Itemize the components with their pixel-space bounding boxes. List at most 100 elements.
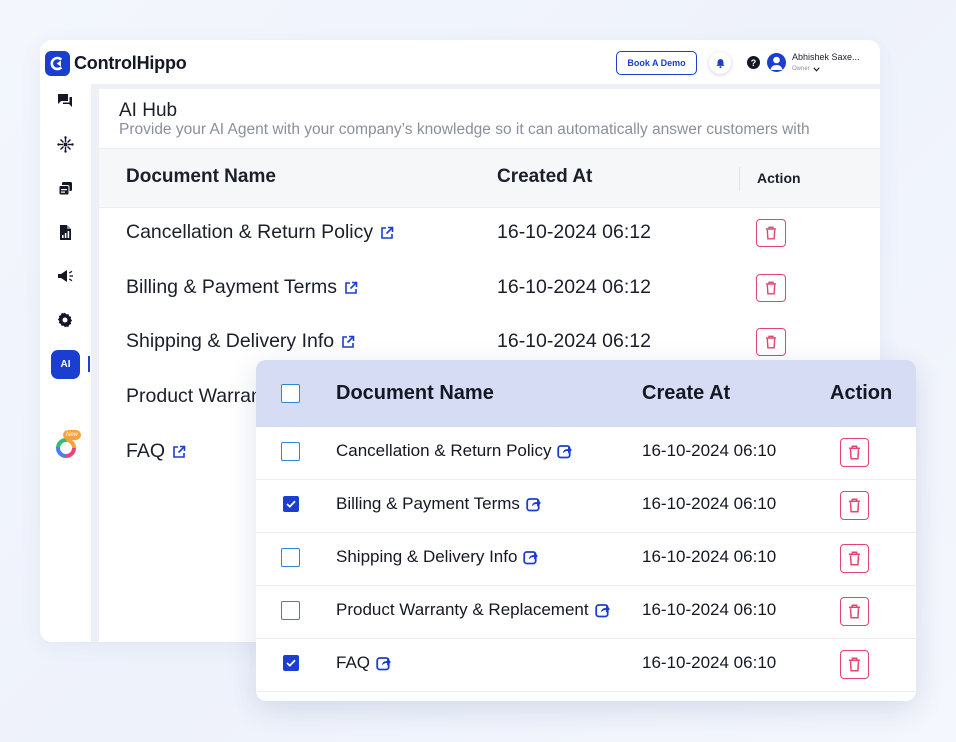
column-header-action: Action: [830, 382, 893, 404]
ai-hub-nav-item[interactable]: AI: [51, 350, 80, 379]
external-link-icon[interactable]: [172, 445, 186, 459]
avatar[interactable]: [767, 53, 786, 72]
table-row: Cancellation & Return Policy 16-10-2024 …: [99, 207, 880, 261]
table-row: Cancellation & Return Policy 16-10-2024 …: [256, 427, 916, 480]
document-name: Shipping & Delivery Info: [336, 547, 518, 566]
created-at: 16-10-2024 06:12: [497, 330, 651, 352]
reports-icon[interactable]: [56, 223, 74, 241]
brand-logo[interactable]: ControlHippo: [45, 51, 187, 76]
top-bar: ControlHippo Book A Demo ? Abhishek Saxe…: [40, 40, 880, 84]
document-link[interactable]: Billing & Payment Terms: [336, 494, 542, 514]
created-at: 16-10-2024 06:12: [497, 276, 651, 298]
row-checkbox[interactable]: [281, 548, 300, 567]
trash-icon: [766, 335, 776, 349]
book-demo-button[interactable]: Book A Demo: [616, 51, 697, 75]
document-name: Product Warranty & Replacement: [336, 600, 589, 619]
settings-icon[interactable]: [56, 311, 74, 329]
checkmark-icon: [286, 500, 296, 508]
share-icon[interactable]: [557, 443, 573, 459]
documents-selection-card: Document Name Create At Action Cancellat…: [256, 360, 916, 701]
notification-bell-icon[interactable]: [709, 52, 731, 74]
document-name: Shipping & Delivery Info: [126, 330, 335, 352]
row-checkbox[interactable]: [283, 655, 299, 671]
chevron-down-icon: [813, 66, 820, 72]
help-icon[interactable]: ?: [747, 56, 760, 69]
table-row: Product Warranty & Replacement 16-10-202…: [256, 586, 916, 639]
templates-icon[interactable]: [56, 179, 74, 197]
delete-button[interactable]: [840, 650, 869, 679]
created-at: 16-10-2024 06:12: [497, 221, 651, 243]
column-header-action: Action: [757, 170, 801, 186]
document-link[interactable]: FAQ: [126, 440, 186, 463]
row-checkbox[interactable]: [283, 496, 299, 512]
delete-button[interactable]: [840, 491, 869, 520]
created-at: 16-10-2024 06:10: [642, 653, 777, 672]
delete-button[interactable]: [840, 597, 869, 626]
broadcast-icon[interactable]: [56, 267, 74, 285]
document-link[interactable]: Product Warranty & Replacement: [336, 600, 611, 620]
page-subtitle: Provide your AI Agent with your company’…: [119, 121, 810, 138]
controlhippo-logo-icon: [45, 51, 70, 76]
column-divider: [739, 167, 740, 191]
user-name[interactable]: Abhishek Saxe...: [792, 52, 860, 62]
delete-button[interactable]: [756, 219, 786, 247]
trash-icon: [766, 281, 776, 295]
share-icon[interactable]: [594, 602, 611, 618]
brand-name: ControlHippo: [74, 53, 187, 73]
row-checkbox[interactable]: [281, 442, 300, 461]
document-link[interactable]: Shipping & Delivery Info: [126, 330, 355, 353]
delete-button[interactable]: [756, 328, 786, 356]
document-name: Cancellation & Return Policy: [126, 221, 374, 243]
column-header-created-at[interactable]: Created At: [497, 166, 592, 188]
row-checkbox[interactable]: [281, 601, 300, 620]
trash-icon: [849, 445, 860, 460]
sidebar: AI New: [40, 84, 90, 642]
active-indicator: [88, 356, 90, 372]
table-row: Billing & Payment Terms 16-10-2024 06:10: [256, 480, 916, 533]
new-app-icon[interactable]: [55, 437, 77, 459]
trash-icon: [849, 604, 860, 619]
created-at: 16-10-2024 06:10: [642, 600, 777, 619]
user-role[interactable]: Owner: [792, 66, 820, 72]
user-role-label: Owner: [792, 66, 810, 72]
share-icon[interactable]: [526, 496, 542, 512]
created-at: 16-10-2024 06:10: [642, 441, 777, 460]
share-icon[interactable]: [523, 549, 539, 565]
select-all-checkbox[interactable]: [281, 384, 300, 403]
checkmark-icon: [286, 659, 296, 667]
external-link-icon[interactable]: [341, 335, 355, 349]
external-link-icon[interactable]: [380, 226, 394, 240]
delete-button[interactable]: [840, 438, 869, 467]
chat-icon[interactable]: [56, 91, 74, 109]
trash-icon: [849, 657, 860, 672]
document-link[interactable]: Cancellation & Return Policy: [336, 441, 573, 461]
integrations-icon[interactable]: [56, 135, 74, 153]
table-row: Shipping & Delivery Info 16-10-2024 06:1…: [256, 533, 916, 586]
document-name: Billing & Payment Terms: [126, 276, 337, 298]
new-badge: New: [63, 430, 82, 440]
card-table-header: Document Name Create At Action: [256, 360, 916, 427]
trash-icon: [849, 551, 860, 566]
document-link[interactable]: Shipping & Delivery Info: [336, 547, 539, 567]
trash-icon: [766, 226, 776, 240]
created-at: 16-10-2024 06:10: [642, 494, 777, 513]
page-title: AI Hub: [119, 100, 178, 121]
delete-button[interactable]: [840, 544, 869, 573]
share-icon[interactable]: [376, 655, 392, 671]
column-header-document-name[interactable]: Document Name: [126, 166, 276, 188]
trash-icon: [849, 498, 860, 513]
document-name: Billing & Payment Terms: [336, 494, 520, 513]
delete-button[interactable]: [756, 274, 786, 302]
column-header-create-at[interactable]: Create At: [642, 382, 730, 405]
document-name: FAQ: [336, 653, 371, 672]
documents-table-header: Document Name Created At Action: [99, 148, 880, 208]
table-row: FAQ 16-10-2024 06:10: [256, 639, 916, 692]
table-row: Billing & Payment Terms 16-10-2024 06:12: [99, 262, 880, 316]
document-link[interactable]: FAQ: [336, 653, 392, 673]
document-name: FAQ: [126, 440, 166, 462]
column-header-document-name[interactable]: Document Name: [336, 382, 494, 405]
document-link[interactable]: Billing & Payment Terms: [126, 276, 358, 299]
document-link[interactable]: Cancellation & Return Policy: [126, 221, 394, 244]
external-link-icon[interactable]: [344, 281, 358, 295]
created-at: 16-10-2024 06:10: [642, 547, 777, 566]
